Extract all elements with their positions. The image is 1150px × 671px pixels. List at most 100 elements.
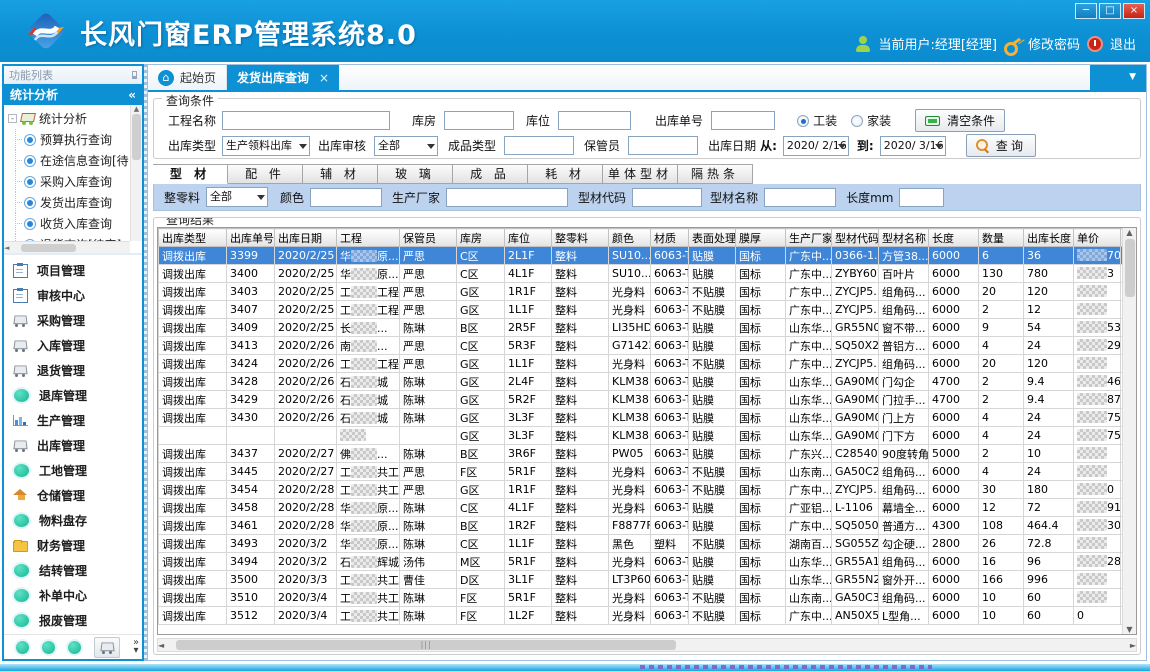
radio-work-decoration[interactable]: [797, 115, 809, 127]
material-tab[interactable]: 型 材: [153, 164, 228, 184]
menu-item[interactable]: 出库管理: [4, 433, 142, 458]
clear-conditions-button[interactable]: 清空条件: [915, 109, 1005, 132]
tree-vertical-scrollbar[interactable]: ▲: [130, 105, 142, 241]
change-password-link[interactable]: 修改密码: [1028, 34, 1080, 53]
logout-link[interactable]: 退出: [1110, 34, 1136, 53]
column-header[interactable]: 数量: [979, 229, 1024, 247]
manufacturer-input[interactable]: [446, 188, 568, 207]
table-row[interactable]: G区 3L3F 整料 KLM3817 6063-T5 贴膜 国标 山东华... …: [159, 427, 1138, 445]
table-row[interactable]: 调拨出库 3429 2020/2/26 石城 陈琳 G区 5R2F 整料 KLM…: [159, 391, 1138, 409]
material-tab[interactable]: 单体型材: [603, 164, 678, 184]
column-header[interactable]: 长度: [929, 229, 979, 247]
order-no-input[interactable]: [711, 111, 775, 130]
table-row[interactable]: 调拨出库 3409 2020/2/25 长... 陈琳 B区 2R5F 整料 L…: [159, 319, 1138, 337]
radio-home-decoration[interactable]: [851, 115, 863, 127]
menu-item[interactable]: 物料盘存: [4, 508, 142, 533]
table-vertical-scrollbar[interactable]: ▲▼: [1122, 228, 1136, 634]
menu-item[interactable]: 财务管理: [4, 533, 142, 558]
material-tab[interactable]: 配 件: [228, 164, 303, 184]
table-row[interactable]: 调拨出库 3461 2020/2/28 华原... 陈琳 B区 1R2F 整料 …: [159, 517, 1138, 535]
search-button[interactable]: 查 询: [966, 134, 1036, 157]
stats-section-header[interactable]: 统计分析 «: [4, 84, 142, 105]
tree-horizontal-scrollbar[interactable]: ◄: [4, 241, 130, 253]
project-name-input[interactable]: [222, 111, 390, 130]
profile-name-input[interactable]: [764, 188, 836, 207]
audit-select[interactable]: 全部: [374, 136, 438, 156]
table-row[interactable]: 调拨出库 3512 2020/3/4 工共工程 陈琳 F区 1L2F 整料 光身…: [159, 607, 1138, 625]
material-tab[interactable]: 隔热条: [678, 164, 753, 184]
tree-expander-icon[interactable]: -: [8, 114, 17, 123]
close-button[interactable]: ×: [1123, 3, 1145, 19]
pin-icon[interactable]: [132, 71, 137, 79]
menu-item[interactable]: 仓储管理: [4, 483, 142, 508]
location-input[interactable]: [558, 111, 631, 130]
profile-code-input[interactable]: [632, 188, 702, 207]
table-row[interactable]: 调拨出库 3454 2020/2/28 工共工程 严思 G区 1R1F 整料 光…: [159, 481, 1138, 499]
column-header[interactable]: 型材代码: [832, 229, 879, 247]
table-row[interactable]: 调拨出库 3510 2020/3/4 工共工程 陈琳 F区 5R1F 整料 光身…: [159, 589, 1138, 607]
column-header[interactable]: 颜色: [609, 229, 651, 247]
whole-select[interactable]: 全部: [206, 187, 268, 207]
tab-shipping-query[interactable]: 发货出库查询 ×: [227, 65, 339, 90]
menu-item[interactable]: 生产管理: [4, 408, 142, 433]
table-row[interactable]: 调拨出库 3413 2020/2/26 南... 严思 C区 5R3F 整料 G…: [159, 337, 1138, 355]
product-type-input[interactable]: [504, 136, 574, 155]
maximize-button[interactable]: □: [1099, 3, 1121, 19]
table-row[interactable]: 调拨出库 3400 2020/2/25 华原... 严思 C区 4L1F 整料 …: [159, 265, 1138, 283]
keeper-input[interactable]: [628, 136, 698, 155]
tree-item[interactable]: 发货出库查询: [8, 192, 142, 213]
menu-item[interactable]: 工地管理: [4, 458, 142, 483]
table-row[interactable]: 调拨出库 3424 2020/2/26 工工程 严思 G区 1L1F 整料 光身…: [159, 355, 1138, 373]
dot-icon[interactable]: [68, 641, 81, 654]
color-input[interactable]: [310, 188, 382, 207]
table-row[interactable]: 调拨出库 3428 2020/2/26 石城 陈琳 G区 2L4F 整料 KLM…: [159, 373, 1138, 391]
tree-item[interactable]: 预算执行查询: [8, 129, 142, 150]
material-tab[interactable]: 辅 材: [303, 164, 378, 184]
collapse-icon[interactable]: «: [128, 88, 136, 102]
tab-list-dropdown[interactable]: ▼: [1090, 65, 1146, 90]
table-row[interactable]: 调拨出库 3445 2020/2/27 工共工程 严思 F区 5R1F 整料 光…: [159, 463, 1138, 481]
column-header[interactable]: 生产厂家: [786, 229, 832, 247]
length-input[interactable]: [899, 188, 944, 207]
warehouse-input[interactable]: [444, 111, 514, 130]
column-header[interactable]: 库房: [457, 229, 505, 247]
tree-item[interactable]: 采购入库查询: [8, 171, 142, 192]
table-row[interactable]: 调拨出库 3500 2020/3/3 工共工程 曹佳 D区 3L1F 整料 LT…: [159, 571, 1138, 589]
tab-home[interactable]: ⌂ 起始页: [148, 65, 227, 90]
table-row[interactable]: 调拨出库 3430 2020/2/26 石城 陈琳 G区 3L3F 整料 KLM…: [159, 409, 1138, 427]
menu-item[interactable]: 结转管理: [4, 558, 142, 583]
material-tab[interactable]: 玻 璃: [378, 164, 453, 184]
radio-home-label[interactable]: 家装: [867, 112, 891, 129]
column-header[interactable]: 出库长度: [1024, 229, 1074, 247]
column-header[interactable]: 保管员: [400, 229, 457, 247]
tab-close-icon[interactable]: ×: [319, 71, 329, 85]
column-header[interactable]: 单价: [1074, 229, 1121, 247]
table-horizontal-scrollbar[interactable]: ◄|||►: [157, 638, 1137, 652]
column-header[interactable]: 出库日期: [275, 229, 337, 247]
column-header[interactable]: 膜厚: [736, 229, 786, 247]
table-row[interactable]: 调拨出库 3407 2020/2/25 工工程 严思 G区 1L1F 整料 光身…: [159, 301, 1138, 319]
material-tab[interactable]: 耗 材: [528, 164, 603, 184]
material-tab[interactable]: 成 品: [453, 164, 528, 184]
column-header[interactable]: 出库类型: [159, 229, 227, 247]
column-header[interactable]: 整零料: [552, 229, 609, 247]
menu-item[interactable]: 报废管理: [4, 608, 142, 633]
table-row[interactable]: 调拨出库 3458 2020/2/28 华原... 陈琳 C区 4L1F 整料 …: [159, 499, 1138, 517]
cart-shortcut-button[interactable]: [94, 637, 120, 658]
radio-work-label[interactable]: 工装: [813, 112, 837, 129]
column-header[interactable]: 材质: [651, 229, 689, 247]
menu-item[interactable]: 项目管理: [4, 258, 142, 283]
more-chevron[interactable]: »▾: [133, 639, 139, 655]
table-row[interactable]: 调拨出库 3403 2020/2/25 工工程 严思 G区 1R1F 整料 光身…: [159, 283, 1138, 301]
table-row[interactable]: 调拨出库 3493 2020/3/2 华原... 陈琳 C区 1L1F 整料 黑…: [159, 535, 1138, 553]
table-row[interactable]: 调拨出库 3399 2020/2/25 华原... 严思 C区 2L1F 整料 …: [159, 247, 1138, 265]
menu-item[interactable]: 退库管理: [4, 383, 142, 408]
menu-item[interactable]: 采购管理: [4, 308, 142, 333]
column-header[interactable]: 库位: [505, 229, 552, 247]
tree-root-node[interactable]: - 统计分析: [8, 108, 142, 129]
menu-item[interactable]: 审核中心: [4, 283, 142, 308]
date-to-picker[interactable]: 2020/ 3/16: [880, 136, 946, 156]
column-header[interactable]: 型材名称: [879, 229, 929, 247]
date-from-picker[interactable]: 2020/ 2/16: [783, 136, 849, 156]
column-header[interactable]: 工程: [337, 229, 400, 247]
